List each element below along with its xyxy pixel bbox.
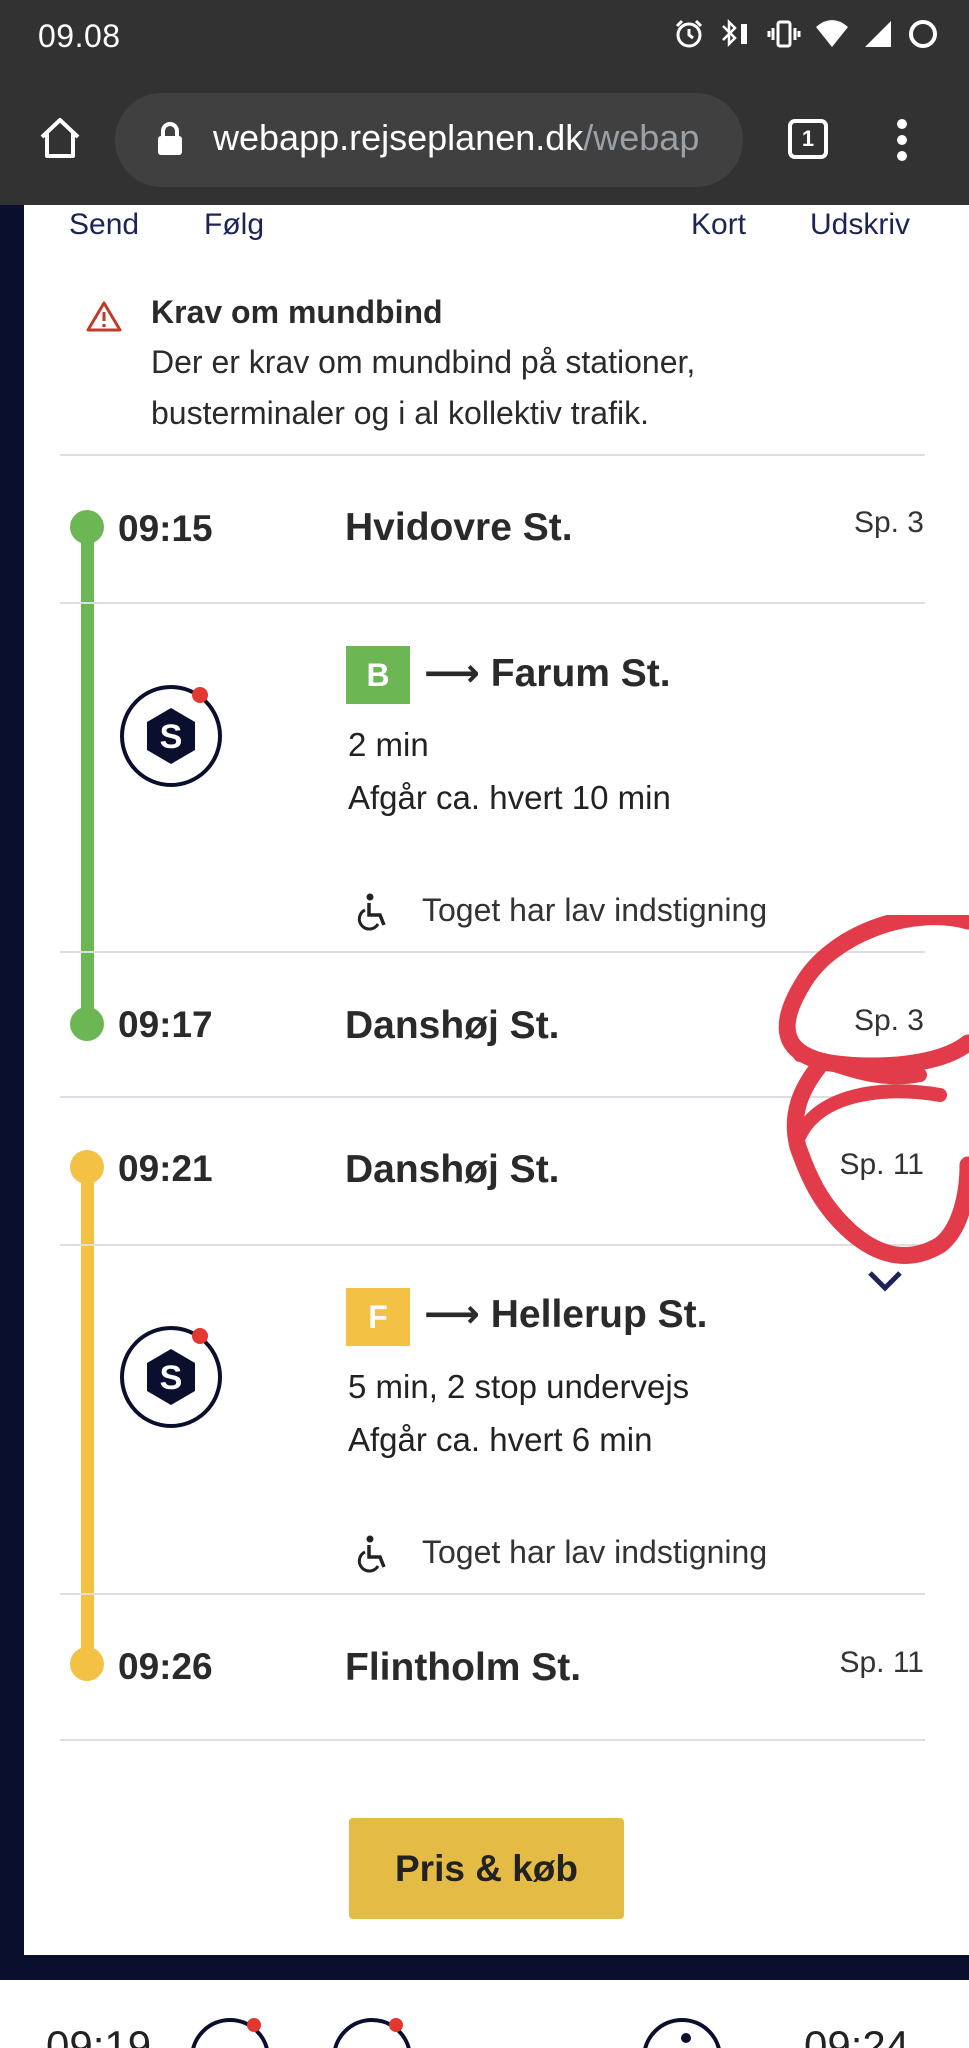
home-icon[interactable] <box>37 115 83 161</box>
arrival-dot <box>70 1007 104 1041</box>
vibrate-icon <box>767 20 801 48</box>
arrival-time: 09:17 <box>118 1004 213 1045</box>
notice-text-line-2: busterminaler og i al kollektiv trafik. <box>151 395 649 431</box>
svg-text:S: S <box>160 718 183 756</box>
frequency: Afgår ca. hvert 10 min <box>348 779 671 816</box>
battery-saver-icon <box>909 20 937 48</box>
departure-station[interactable]: Hvidovre St. <box>345 506 573 550</box>
departure-time: 09:21 <box>118 1148 213 1189</box>
address-bar[interactable]: webapp.rejseplanen.dk/webap <box>115 93 743 187</box>
arrow-icon: ⟶ <box>424 652 491 695</box>
divider <box>60 1739 925 1741</box>
accessibility-text: Toget har lav indstigning <box>422 892 768 928</box>
lock-icon <box>158 122 182 155</box>
status-time: 09.08 <box>38 18 121 54</box>
divider <box>60 602 925 604</box>
departure-station[interactable]: Danshøj St. <box>345 1148 560 1192</box>
price-and-buy-button[interactable]: Pris & køb <box>349 1818 624 1919</box>
wheelchair-icon <box>357 893 386 931</box>
walk-icon <box>643 2018 721 2048</box>
line-f-route-bar <box>81 1166 94 1664</box>
divider <box>60 454 925 456</box>
url-host: webapp.rejseplanen.dk <box>213 117 584 158</box>
s-train-icon: S <box>120 1326 222 1428</box>
follow-link[interactable]: Følg <box>204 208 264 242</box>
destination: ⟶ Farum St. <box>424 651 671 696</box>
notice-title: Krav om mundbind <box>151 294 443 330</box>
signal-icon <box>865 21 891 47</box>
svg-text:S: S <box>160 1359 183 1397</box>
tab-switcher-button[interactable]: 1 <box>788 119 828 159</box>
more-menu-icon[interactable] <box>892 117 912 163</box>
map-link[interactable]: Kort <box>691 208 746 242</box>
line-badge-b: B <box>346 646 410 704</box>
line-badge-f: F <box>346 1288 410 1346</box>
next-journeys-strip: 09:19 09:24 <box>0 1980 969 2048</box>
departure-time: 09:15 <box>118 508 213 549</box>
wheelchair-icon <box>357 1535 386 1573</box>
arrival-dot <box>70 1647 104 1681</box>
notice-text-line-1: Der er krav om mundbind på stationer, <box>151 344 696 380</box>
next-journey-time-right[interactable]: 09:24 <box>804 2022 909 2048</box>
arrival-station[interactable]: Flintholm St. <box>345 1646 581 1690</box>
print-link[interactable]: Udskriv <box>810 208 910 242</box>
s-train-icon: S <box>120 685 222 787</box>
alarm-icon <box>675 19 703 48</box>
train-icon <box>333 2018 411 2048</box>
arrow-icon: ⟶ <box>424 1293 491 1336</box>
accessibility-text: Toget har lav indstigning <box>422 1534 768 1570</box>
wifi-icon <box>816 20 848 47</box>
send-link[interactable]: Send <box>69 208 139 242</box>
browser-toolbar: webapp.rejseplanen.dk/webap 1 <box>0 75 969 205</box>
train-icon <box>191 2018 269 2048</box>
duration: 5 min, 2 stop undervejs <box>348 1368 690 1405</box>
departure-dot <box>70 1150 104 1184</box>
status-bar: 09.08 <box>0 0 969 75</box>
bluetooth-vibrate-icon <box>722 18 747 48</box>
tab-count: 1 <box>801 126 815 151</box>
url-text: webapp.rejseplanen.dk/webap <box>213 117 699 159</box>
destination-name: Hellerup St. <box>490 1293 708 1336</box>
destination: ⟶ Hellerup St. <box>424 1292 707 1337</box>
divider <box>60 1593 925 1595</box>
departure-dot <box>70 510 104 544</box>
duration: 2 min <box>348 726 429 763</box>
frequency: Afgår ca. hvert 6 min <box>348 1421 653 1458</box>
url-path: /webap <box>583 117 700 158</box>
warning-icon <box>86 301 122 332</box>
destination-name: Farum St. <box>490 652 671 695</box>
arrival-platform: Sp. 11 <box>839 1646 924 1679</box>
arrival-time: 09:26 <box>118 1646 213 1687</box>
hand-drawn-annotation <box>778 915 969 1264</box>
next-journey-time-left[interactable]: 09:19 <box>46 2022 151 2048</box>
departure-platform: Sp. 3 <box>853 506 924 539</box>
arrival-station[interactable]: Danshøj St. <box>345 1004 560 1048</box>
